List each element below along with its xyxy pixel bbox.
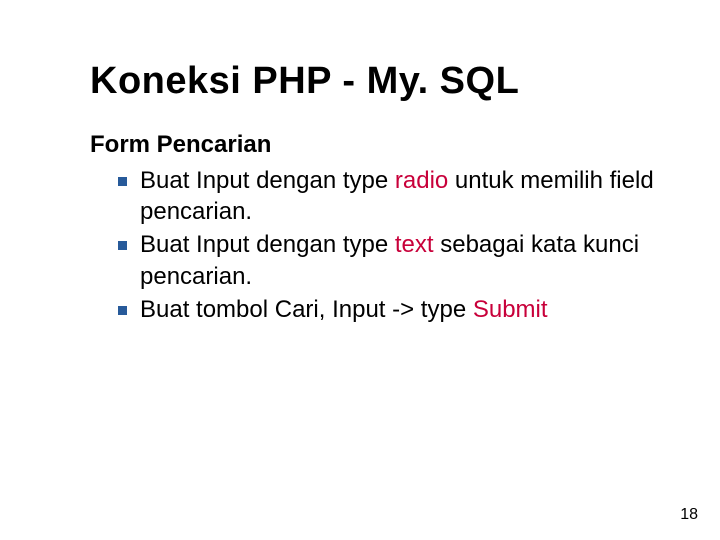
bullet-text-pre: Buat Input dengan type [140, 167, 395, 194]
bullet-square-icon [118, 306, 127, 315]
page-number: 18 [680, 506, 698, 524]
bullet-text-highlight: radio [395, 167, 448, 194]
bullet-square-icon [118, 241, 127, 250]
bullet-list: Buat Input dengan type radio untuk memil… [90, 165, 670, 325]
bullet-text-highlight: text [395, 231, 434, 258]
bullet-square-icon [118, 177, 127, 186]
slide-subtitle: Form Pencarian [90, 131, 670, 159]
bullet-text-pre: Buat Input dengan type [140, 231, 395, 258]
slide: Koneksi PHP - My. SQL Form Pencarian Bua… [0, 0, 720, 540]
slide-title: Koneksi PHP - My. SQL [90, 60, 670, 103]
bullet-text-highlight: Submit [473, 296, 548, 323]
list-item: Buat Input dengan type text sebagai kata… [118, 229, 670, 291]
bullet-text-pre: Buat tombol Cari, Input -> type [140, 296, 473, 323]
list-item: Buat Input dengan type radio untuk memil… [118, 165, 670, 227]
list-item: Buat tombol Cari, Input -> type Submit [118, 294, 670, 325]
